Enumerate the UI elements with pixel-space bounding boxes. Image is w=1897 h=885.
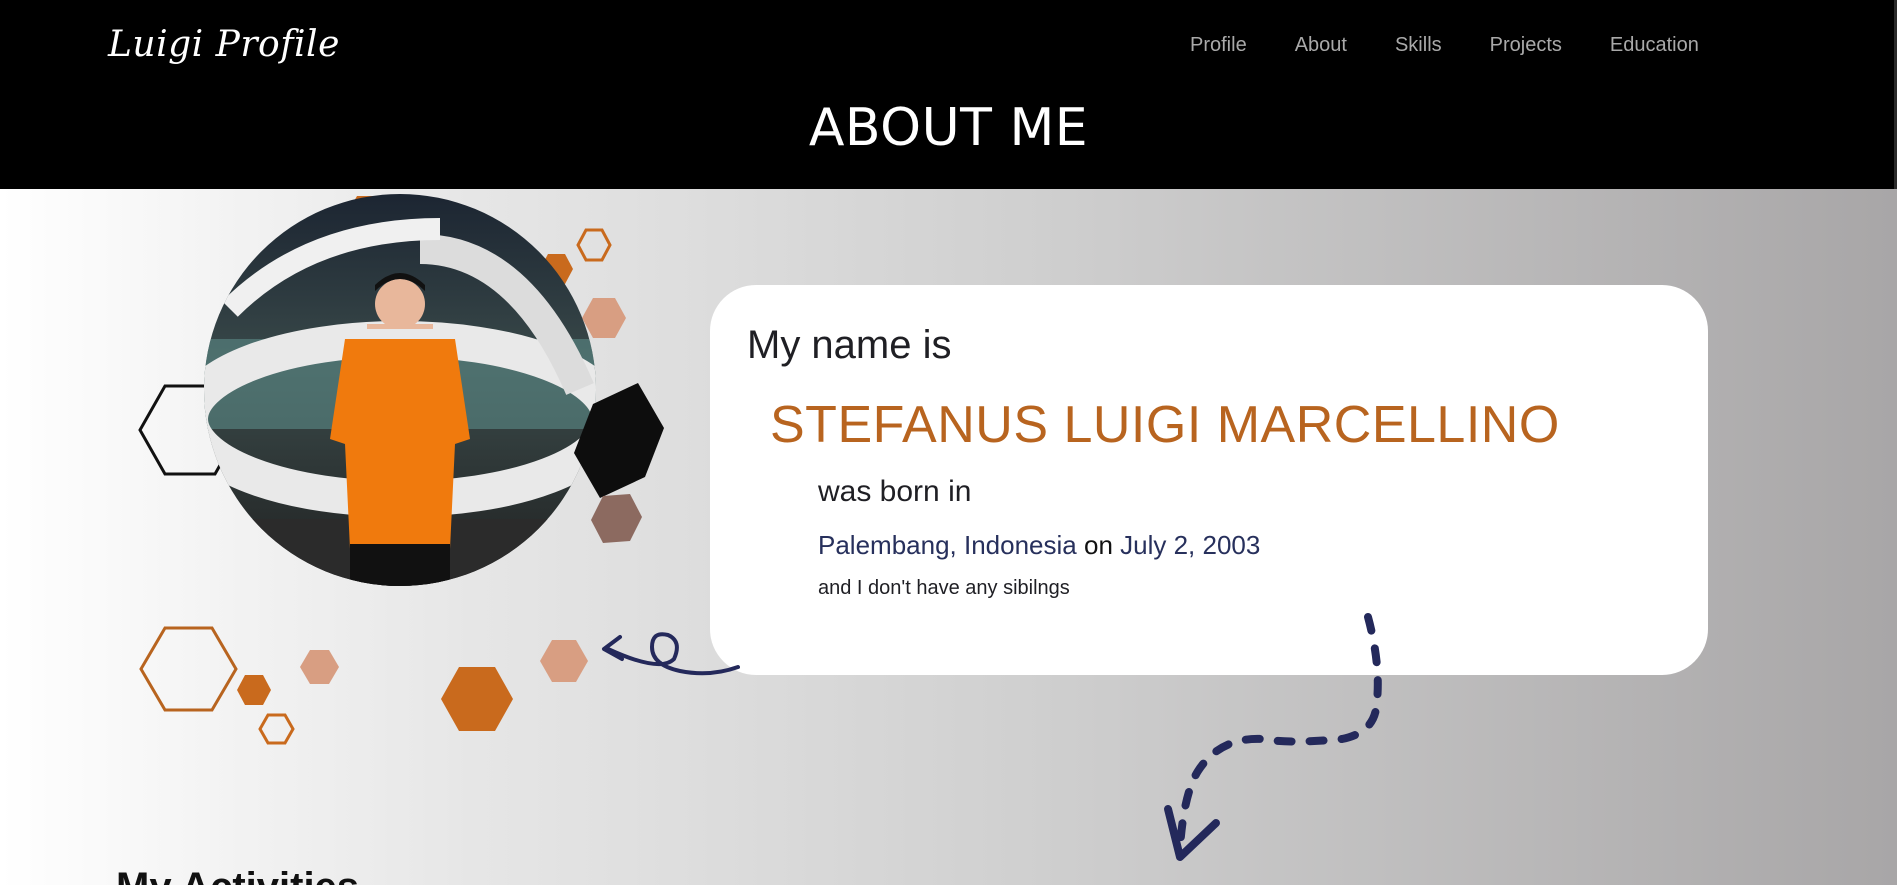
hexagon-decoration [139, 626, 238, 712]
on-text: on [1083, 530, 1113, 560]
birth-date: July 2, 2003 [1120, 530, 1261, 560]
hexagon-decoration [591, 494, 642, 543]
nav-education[interactable]: Education [1610, 34, 1699, 57]
main-nav: Profile About Skills Projects Education [1190, 34, 1699, 57]
hexagon-decoration [540, 640, 588, 682]
curl-arrow-icon [602, 632, 740, 676]
nav-projects[interactable]: Projects [1490, 34, 1562, 57]
siblings-text: and I don't have any sibilngs [818, 577, 1070, 599]
nav-profile[interactable]: Profile [1190, 34, 1247, 57]
hexagon-decoration [576, 228, 612, 262]
full-name: STEFANUS LUIGI MARCELLINO [770, 396, 1560, 454]
nav-skills[interactable]: Skills [1395, 34, 1442, 57]
next-section-title: My Activities [116, 865, 359, 885]
hexagon-decoration [237, 675, 271, 705]
about-section: My name is STEFANUS LUIGI MARCELLINO was… [0, 189, 1897, 885]
page-title: ABOUT ME [808, 98, 1089, 158]
birthplace: Palembang, Indonesia [818, 530, 1077, 560]
intro-text: My name is [747, 323, 952, 367]
born-text: was born in [818, 475, 972, 508]
site-header: Luigi Profile Profile About Skills Proje… [0, 0, 1897, 189]
dashed-arrow-icon [1164, 613, 1382, 861]
birth-details: Palembang, Indonesia on July 2, 2003 [818, 530, 1260, 561]
brand-logo[interactable]: Luigi Profile [108, 24, 340, 65]
profile-photo [204, 194, 596, 586]
nav-about[interactable]: About [1295, 34, 1347, 57]
hexagon-decoration [582, 298, 626, 338]
hexagon-decoration [258, 713, 295, 745]
hexagon-decoration [441, 667, 513, 731]
hexagon-decoration [300, 650, 339, 684]
